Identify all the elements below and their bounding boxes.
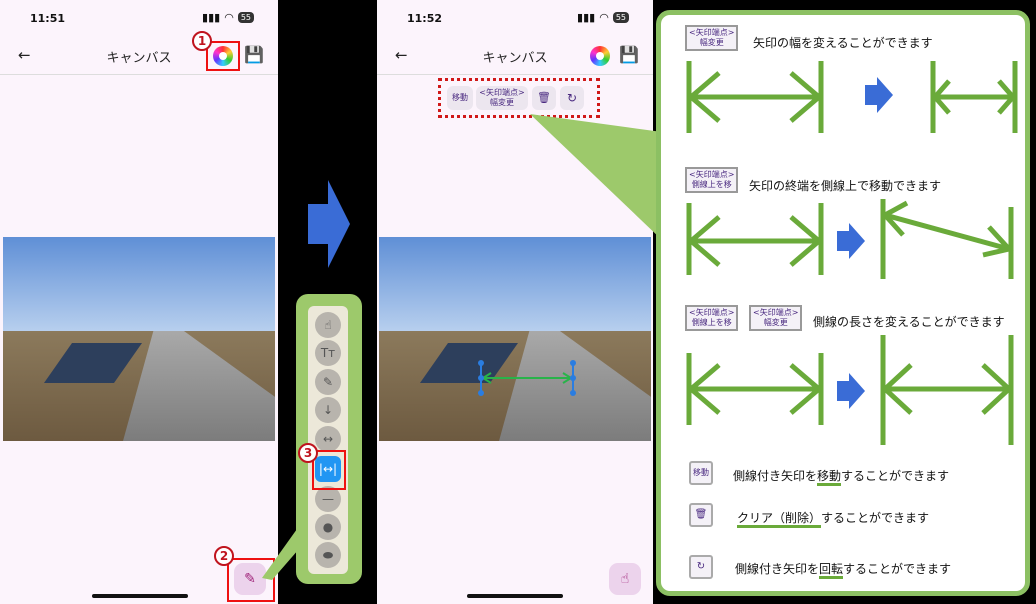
arrow-diagram-width-before — [686, 61, 824, 133]
page-title: キャンバス — [482, 51, 548, 66]
battery-icon: 55 — [612, 12, 629, 23]
info-clear-text: クリア（削除）することができます — [737, 509, 929, 528]
status-bar: 11:52 ▮▮▮ ◠ 55 — [377, 0, 653, 36]
palette-icon — [590, 46, 610, 66]
touch-mode-button[interactable]: ☝ — [609, 563, 641, 595]
step-badge-3: 3 — [298, 443, 318, 463]
signal-icon: ▮▮▮ — [202, 11, 221, 24]
step-arrow-icon — [865, 77, 893, 113]
info-text-width: 矢印の幅を変えることができます — [753, 36, 933, 50]
info-text-move-end: 矢印の終端を側線上で移動できます — [749, 179, 942, 193]
tool-list: ☝ Tт ✎ ↓ ↔ |↔| — ● ⬬ — [308, 306, 348, 574]
pen-icon[interactable]: ✎ — [315, 369, 341, 395]
step-badge-1: 1 — [192, 31, 212, 51]
arrow-diagram-length-before — [686, 353, 824, 425]
info-tag-move-end: <矢印端点> 側線上を移 — [685, 167, 739, 193]
info-rotate-text: 側線付き矢印を回転することができます — [735, 560, 951, 579]
endpoint-width-button[interactable]: <矢印端点> 幅変更 — [476, 86, 528, 110]
rotate-icon: ↻ — [696, 561, 706, 572]
info-callout-wedge — [530, 114, 662, 240]
status-time: 11:51 — [30, 12, 66, 25]
info-tag-width: <矢印端点> 幅変更 — [685, 25, 739, 51]
arrow-diagram-width-after — [930, 61, 1018, 133]
double-arrow-icon[interactable]: ↔ — [315, 426, 341, 452]
arrow-diagram-move-before — [686, 203, 824, 275]
save-icon[interactable]: 💾 — [244, 45, 264, 64]
info-tag-side-b: <矢印端点> 幅変更 — [749, 305, 803, 331]
info-text-side-length: 側線の長さを変えることができます — [813, 315, 1005, 329]
explanation-panel: <矢印端点> 幅変更 矢印の幅を変えることができます <矢印端点> 側線上を移 … — [656, 10, 1030, 596]
move-button[interactable]: 移動 — [447, 86, 473, 110]
status-bar: 11:51 ▮▮▮ ◠ 55 — [0, 0, 278, 36]
circle-icon[interactable]: ● — [315, 514, 341, 540]
blob-icon[interactable]: ⬬ — [315, 542, 341, 568]
road-photo — [3, 237, 275, 441]
wifi-icon: ◠ — [599, 11, 609, 24]
transition-arrow-icon — [308, 180, 350, 268]
wifi-icon: ◠ — [224, 11, 234, 24]
dimension-arrow-shape[interactable] — [475, 359, 579, 397]
arrow-diagram-move-after — [880, 199, 1014, 279]
battery-icon: 55 — [237, 12, 254, 23]
step-arrow-icon — [837, 373, 865, 409]
info-move-button: 移動 — [689, 461, 713, 485]
highlight-palette-box — [206, 41, 240, 71]
trash-icon: 🗑 — [537, 91, 551, 104]
info-delete-button: 🗑 — [689, 503, 713, 527]
step-arrow-icon — [837, 223, 865, 259]
info-move-text: 側線付き矢印を移動することができます — [733, 467, 949, 486]
arrow-diagram-length-after — [880, 335, 1014, 445]
touch-icon[interactable]: ☝ — [315, 312, 341, 338]
trash-icon: 🗑 — [694, 509, 708, 520]
arrow-down-icon[interactable]: ↓ — [315, 397, 341, 423]
canvas-area[interactable] — [0, 74, 278, 604]
text-icon[interactable]: Tт — [315, 340, 341, 366]
rotate-button[interactable]: ↻ — [560, 86, 584, 110]
rotate-icon: ↻ — [566, 91, 578, 105]
tool-palette-panel: ☝ Tт ✎ ↓ ↔ |↔| — ● ⬬ — [296, 294, 362, 584]
home-indicator — [92, 594, 188, 598]
save-icon[interactable]: 💾 — [619, 45, 639, 64]
step-badge-2: 2 — [214, 546, 234, 566]
signal-icon: ▮▮▮ — [577, 11, 596, 24]
road-photo — [379, 237, 651, 441]
color-palette-button[interactable] — [590, 46, 610, 70]
home-indicator — [467, 594, 563, 598]
info-rotate-button: ↻ — [689, 555, 713, 579]
phone-screen-before: 11:51 ▮▮▮ ◠ 55 ← キャンバス 💾 ✎ — [0, 0, 278, 604]
app-bar: ← キャンバス 💾 — [377, 38, 653, 74]
info-tag-side-a: <矢印端点> 側線上を移 — [685, 305, 739, 331]
delete-button[interactable]: 🗑 — [532, 86, 556, 110]
status-time: 11:52 — [407, 12, 443, 25]
